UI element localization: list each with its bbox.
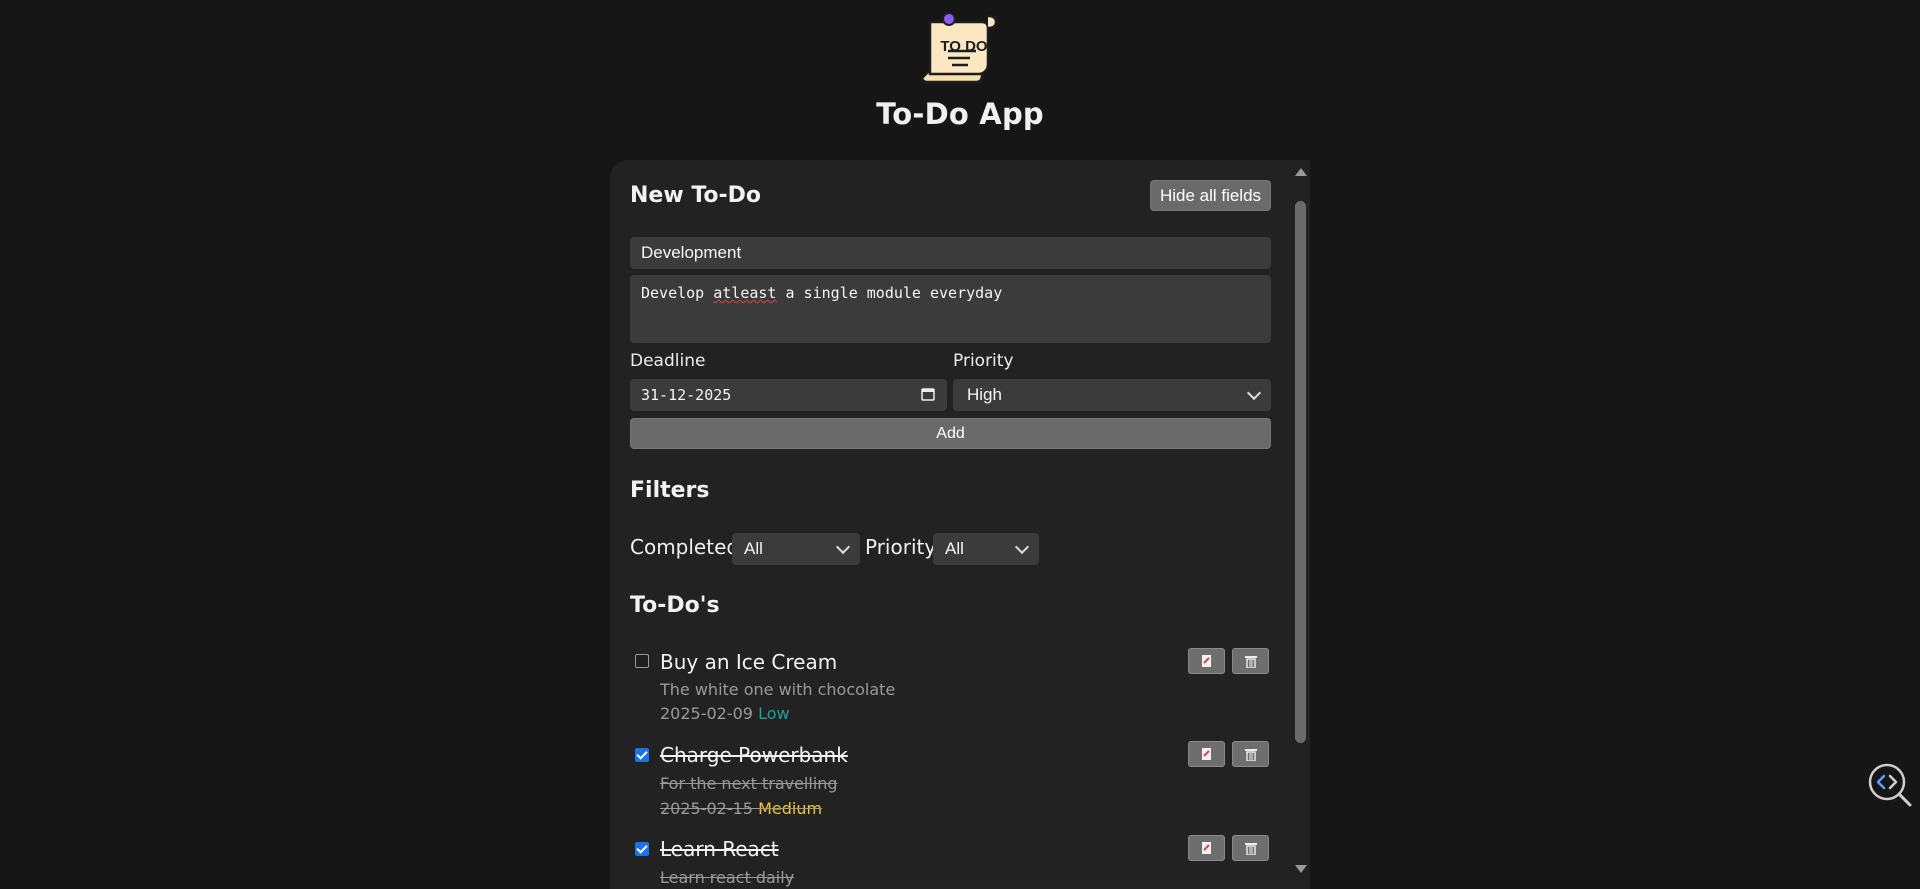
filters-heading: Filters [630, 478, 710, 503]
description-text-before: Develop [641, 284, 714, 302]
misspelled-word: atleast [713, 284, 777, 302]
priority-filter-select[interactable]: All [933, 533, 1039, 565]
trash-icon [1244, 748, 1257, 761]
title-input[interactable]: Development [630, 237, 1271, 269]
code-search-icon[interactable] [1867, 762, 1913, 808]
todo-meta: 2025-02-15 Medium [660, 799, 822, 818]
edit-icon [1201, 748, 1211, 760]
description-textarea[interactable]: Develop atleast a single module everyday [630, 275, 1271, 343]
delete-button[interactable] [1232, 648, 1269, 674]
deadline-input[interactable]: 31-12-2025 [630, 379, 947, 411]
priority-label: Priority [953, 351, 1014, 371]
page-title: To-Do App [876, 97, 1044, 131]
priority-filter-label: Priority [865, 535, 937, 559]
delete-button[interactable] [1232, 741, 1269, 767]
todo-priority: Low [758, 704, 790, 723]
todo-date: 2025-02-15 [660, 799, 753, 818]
todo-title: Charge Powerbank [660, 743, 848, 767]
priority-select[interactable]: High [953, 379, 1271, 411]
todo-priority: Medium [758, 799, 823, 818]
completed-filter-value: All [744, 539, 763, 558]
deadline-label: Deadline [630, 351, 706, 371]
todo-date: 2025-02-09 [660, 704, 753, 723]
new-todo-heading: New To-Do [630, 183, 762, 208]
todo-checkbox[interactable] [635, 748, 649, 762]
delete-button[interactable] [1232, 835, 1269, 861]
trash-icon [1244, 655, 1257, 668]
todo-description: Learn react daily [660, 868, 795, 887]
edit-button[interactable] [1188, 835, 1225, 861]
todo-title: Buy an Ice Cream [660, 650, 838, 674]
priority-select-value: High [967, 385, 1002, 404]
logo-text: TO DO [940, 38, 988, 55]
trash-icon [1244, 842, 1257, 855]
todo-description: For the next travelling [660, 774, 838, 793]
scroll-thumb[interactable] [1295, 201, 1306, 743]
scrollbar[interactable] [1292, 160, 1310, 889]
deadline-value: 31-12-2025 [641, 386, 732, 404]
chevron-down-icon [1014, 539, 1030, 555]
edit-button[interactable] [1188, 648, 1225, 674]
completed-filter-label: Completed [630, 535, 740, 559]
todo-checkbox[interactable] [635, 842, 649, 856]
todos-heading: To-Do's [630, 593, 720, 618]
edit-icon [1201, 842, 1211, 854]
todo-description: The white one with chocolate [660, 680, 896, 699]
todo-checkbox[interactable] [635, 654, 649, 668]
scroll-down-icon[interactable] [1295, 865, 1307, 873]
todo-title: Learn React [660, 837, 779, 861]
scroll-up-icon[interactable] [1295, 168, 1307, 176]
hide-all-fields-button[interactable]: Hide all fields [1150, 180, 1271, 211]
calendar-icon[interactable] [921, 387, 935, 401]
todo-description-clip: Learn react daily [660, 866, 794, 889]
description-text-after: a single module everyday [776, 284, 1003, 302]
chevron-down-icon [1246, 385, 1262, 401]
add-button[interactable]: Add [630, 418, 1271, 449]
edit-icon [1201, 655, 1211, 667]
completed-filter-select[interactable]: All [732, 533, 860, 565]
edit-button[interactable] [1188, 741, 1225, 767]
chevron-down-icon [835, 539, 851, 555]
priority-filter-value: All [945, 539, 964, 558]
todo-meta: 2025-02-09 Low [660, 704, 790, 723]
